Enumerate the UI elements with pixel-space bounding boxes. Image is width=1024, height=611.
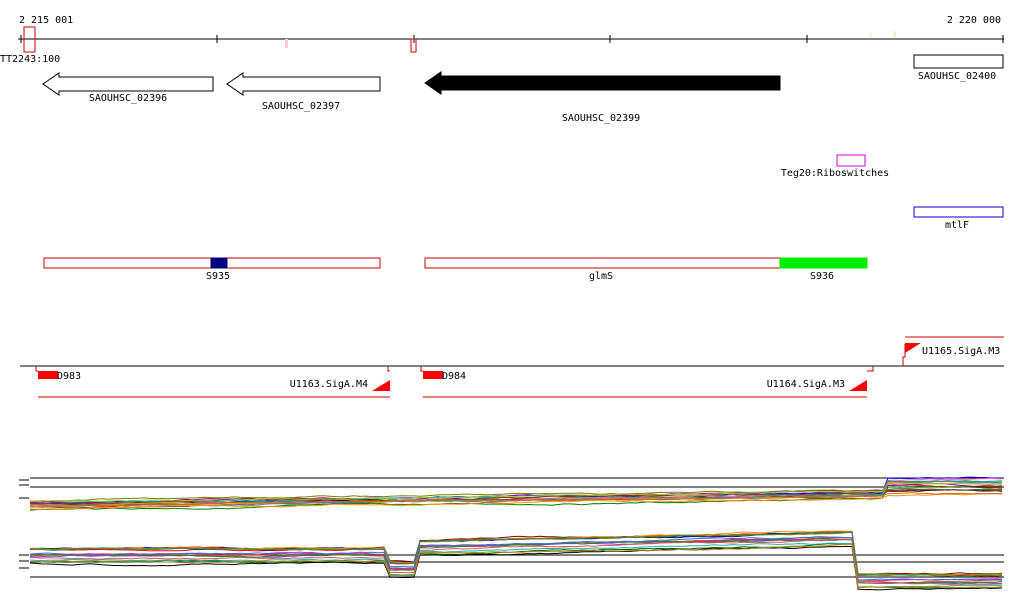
mtlf-label: mtlF xyxy=(945,220,969,231)
s936-block[interactable] xyxy=(779,257,868,269)
d983-block[interactable] xyxy=(38,371,58,379)
d984-block[interactable] xyxy=(423,371,443,379)
u1165-promoter-marker[interactable] xyxy=(905,343,921,353)
gene-saouhsc-02397[interactable]: SAOUHSC_02397 xyxy=(226,72,381,112)
gene-label-02400: SAOUHSC_02400 xyxy=(918,71,996,82)
gene-saouhsc-02399[interactable]: SAOUHSC_02399 xyxy=(424,71,781,124)
axis-start-label: 2 215 001 xyxy=(19,15,73,26)
expression-panel-2 xyxy=(19,530,1004,591)
glms-label: glmS xyxy=(589,271,613,282)
teg20-riboswitch-box[interactable] xyxy=(836,154,866,167)
u1164-label: U1164.SigA.M3 xyxy=(767,379,845,390)
s936-label: S936 xyxy=(810,271,834,282)
s935-block[interactable] xyxy=(210,257,228,269)
u1163-promoter-marker[interactable] xyxy=(372,380,390,391)
gene-arrow-02397[interactable] xyxy=(226,72,381,96)
s935-label: S935 xyxy=(206,271,230,282)
gene-label-02397: SAOUHSC_02397 xyxy=(262,101,340,112)
u1165-connector xyxy=(902,344,906,366)
gene-arrow-02399[interactable] xyxy=(424,71,781,95)
u1163-label: U1163.SigA.M4 xyxy=(290,379,368,390)
small-feature-marker-2[interactable] xyxy=(869,33,872,38)
coordinate-axis: 2 215 001 2 220 000 xyxy=(18,15,1004,43)
d983-connector xyxy=(35,366,38,372)
gene-saouhsc-02400[interactable]: SAOUHSC_02400 xyxy=(913,54,1004,82)
segment-track: U1165.SigA.M3 D983 U1163.SigA.M4 D984 U1… xyxy=(20,336,1004,398)
panel2-ref-marks xyxy=(19,554,29,569)
small-feature-marker[interactable] xyxy=(285,39,288,48)
d984-connector xyxy=(420,366,423,372)
d983-label: D983 xyxy=(57,371,81,382)
gene-box-02400[interactable] xyxy=(913,54,1004,69)
gene-saouhsc-02396[interactable]: SAOUHSC_02396 xyxy=(42,72,214,104)
axis-end-label: 2 220 000 xyxy=(947,15,1001,26)
expression-panel-1 xyxy=(19,476,1004,511)
gene-label-02399: SAOUHSC_02399 xyxy=(562,113,640,124)
panel1-expression-lines xyxy=(29,476,1003,511)
d984-label: D984 xyxy=(442,371,466,382)
tt2243-label: TT2243:100 xyxy=(0,54,60,65)
gene-label-02396: SAOUHSC_02396 xyxy=(89,93,167,104)
u1164-connector xyxy=(867,366,874,372)
panel2-expression-lines xyxy=(29,530,1003,591)
panel1-ref-marks xyxy=(19,479,29,499)
u1164-promoter-marker[interactable] xyxy=(849,380,867,391)
u1163-connector xyxy=(387,366,390,372)
small-feature-marker-3[interactable] xyxy=(893,31,896,38)
gene-arrow-02396[interactable] xyxy=(42,72,214,96)
teg20-label: Teg20:Riboswitches xyxy=(781,168,889,179)
mtlf-box[interactable] xyxy=(913,206,1004,218)
u1165-label: U1165.SigA.M3 xyxy=(922,346,1000,357)
